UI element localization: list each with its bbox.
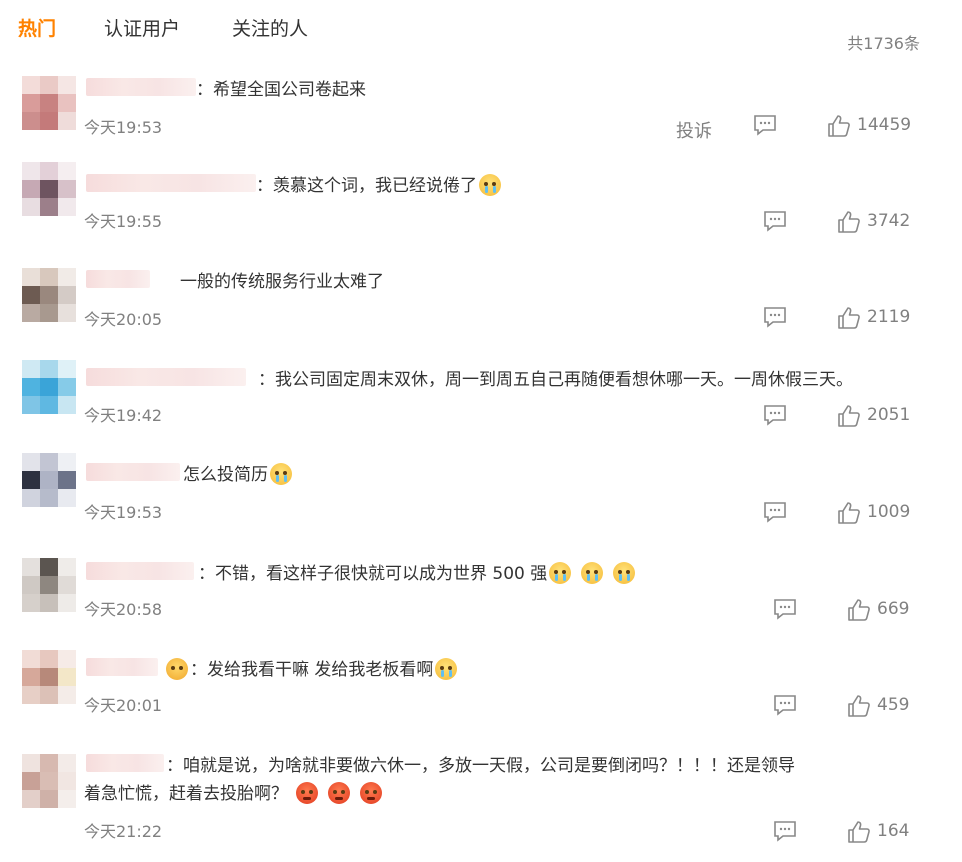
comment-time: 今天20:01: [84, 696, 163, 715]
comment-text: ：咱就是说，为啥就非要做六休一，多放一天假，公司是要倒闭吗？！！！还是领导着急忙…: [84, 756, 795, 804]
like-button[interactable]: 2119: [837, 306, 917, 330]
comment-total-count: 共1736条: [847, 34, 920, 53]
heart-eyes-emoji-icon: [166, 658, 188, 680]
avatar[interactable]: [22, 360, 76, 414]
thumbs-up-icon: [848, 821, 870, 843]
like-count: 669: [877, 599, 910, 619]
comment-time: 今天20:05: [84, 310, 163, 329]
comment-time: 今天19:55: [84, 212, 163, 231]
avatar[interactable]: [22, 453, 76, 507]
crying-emoji-icon: [270, 463, 292, 485]
reply-icon[interactable]: [763, 306, 787, 328]
scared-emoji-icon: [581, 562, 604, 584]
avatar[interactable]: [22, 162, 76, 216]
comment-time: 今天19:53: [84, 118, 163, 137]
reply-icon[interactable]: [773, 820, 797, 842]
like-count: 459: [877, 695, 910, 715]
like-count: 2051: [867, 405, 911, 425]
like-button[interactable]: 2051: [837, 404, 917, 428]
comment-time: 今天21:22: [84, 822, 163, 841]
comment-text: 一般的传统服务行业太难了: [180, 272, 384, 292]
tab-hot[interactable]: 热门: [18, 14, 56, 41]
reply-icon[interactable]: [763, 501, 787, 523]
comment-text: ：我公司固定周末双休，周一到周五自己再随便看想休哪一天。一周休假三天。: [258, 370, 853, 390]
tab-following[interactable]: 关注的人: [232, 14, 308, 41]
angry-emoji-icon: [360, 782, 382, 804]
username[interactable]: [86, 463, 180, 481]
thumbs-up-icon: [848, 599, 870, 621]
username[interactable]: [86, 174, 256, 192]
crying-emoji-icon: [435, 658, 458, 680]
like-button[interactable]: 459: [847, 694, 917, 718]
thumbs-up-icon: [838, 307, 860, 329]
reply-icon[interactable]: [773, 598, 797, 620]
reply-icon[interactable]: [763, 404, 787, 426]
like-button[interactable]: 3742: [837, 210, 917, 234]
username[interactable]: [86, 562, 194, 580]
crying-emoji-icon: [479, 174, 501, 196]
angry-emoji-icon: [296, 782, 318, 804]
reply-icon[interactable]: [763, 210, 787, 232]
like-button[interactable]: 164: [847, 820, 917, 844]
scared-emoji-icon: [549, 562, 572, 584]
like-count: 1009: [867, 502, 911, 522]
like-count: 164: [877, 821, 910, 841]
avatar[interactable]: [22, 650, 76, 704]
comment-text: ：希望全国公司卷起来: [196, 80, 366, 100]
thumbs-up-icon: [848, 695, 870, 717]
reply-icon[interactable]: [753, 114, 777, 136]
comment-text: 怎么投简历: [183, 461, 292, 489]
username[interactable]: [86, 78, 196, 96]
thumbs-up-icon: [838, 502, 860, 524]
like-count: 3742: [867, 211, 911, 231]
avatar[interactable]: [22, 268, 76, 322]
avatar[interactable]: [22, 76, 76, 130]
like-count: 2119: [867, 307, 911, 327]
like-button[interactable]: 1009: [837, 501, 917, 525]
like-button[interactable]: 14459: [827, 114, 917, 138]
comment-time: 今天19:53: [84, 503, 163, 522]
thumbs-up-icon: [838, 211, 860, 233]
comment-tabs: 热门 认证用户 关注的人 共1736条: [18, 14, 962, 53]
avatar[interactable]: [22, 558, 76, 612]
thumbs-up-icon: [828, 115, 850, 137]
comment-text: ：发给我看干嘛 发给我老板看啊: [166, 656, 458, 684]
comment-time: 今天20:58: [84, 600, 163, 619]
username[interactable]: [86, 270, 150, 288]
like-button[interactable]: 669: [847, 598, 917, 622]
scared-emoji-icon: [613, 562, 636, 584]
comment-time: 今天19:42: [84, 406, 163, 425]
report-button[interactable]: 投诉: [676, 117, 712, 143]
thumbs-up-icon: [838, 405, 860, 427]
username[interactable]: [86, 368, 246, 386]
angry-emoji-icon: [328, 782, 350, 804]
reply-icon[interactable]: [773, 694, 797, 716]
tab-verified-users[interactable]: 认证用户: [104, 14, 180, 41]
comment-text: ：羡慕这个词，我已经说倦了: [256, 172, 501, 200]
comment-text: ：不错，看这样子很快就可以成为世界 500 强: [198, 560, 636, 588]
username[interactable]: [86, 658, 158, 676]
avatar[interactable]: [22, 754, 76, 808]
like-count: 14459: [857, 115, 912, 135]
